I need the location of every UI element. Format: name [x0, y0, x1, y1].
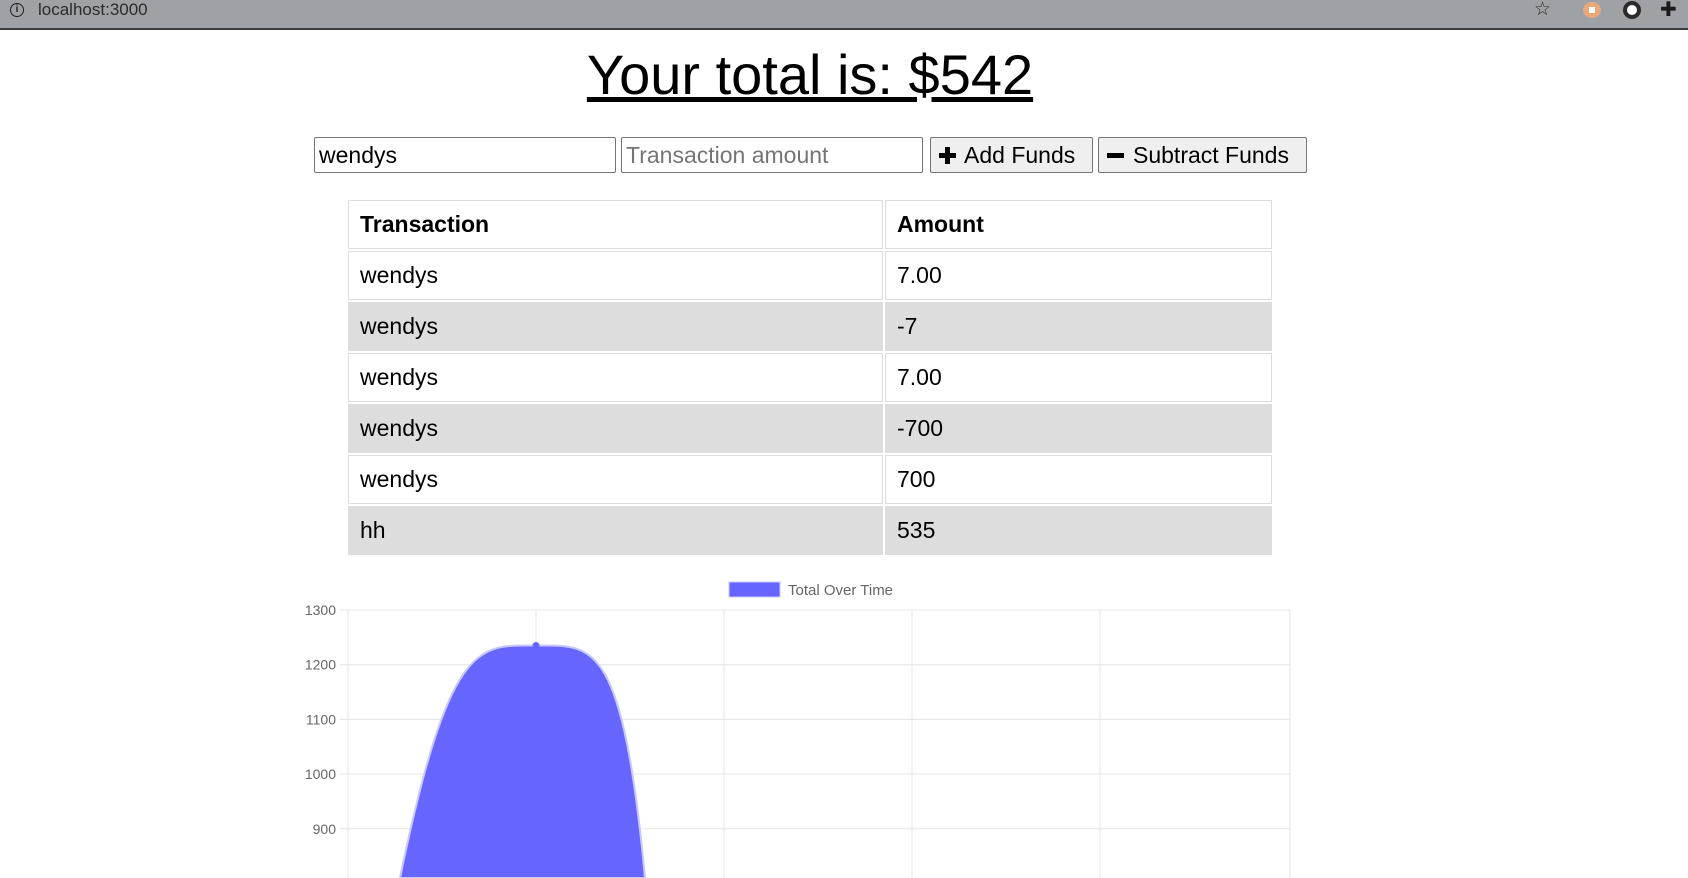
site-info-icon[interactable]: i	[10, 3, 24, 17]
legend-label: Total Over Time	[788, 582, 893, 599]
subtract-funds-label: Subtract Funds	[1133, 141, 1289, 168]
transaction-name-cell: wendys	[348, 353, 883, 402]
transaction-amount-cell: -7	[885, 302, 1272, 351]
chart-y-axis: 1300120011001000900800	[305, 602, 336, 878]
table-row: wendys -700	[348, 404, 1272, 453]
y-tick-label: 1100	[306, 711, 336, 727]
minus-icon	[1107, 147, 1124, 164]
plus-icon	[939, 146, 956, 164]
y-tick-label: 1300	[305, 602, 336, 618]
transaction-amount-cell: 700	[885, 455, 1272, 504]
table-row: wendys 7.00	[348, 251, 1272, 300]
total-over-time-chart: 1300120011001000900800 Total Over Time	[305, 581, 1291, 878]
extension-icon[interactable]	[1583, 2, 1601, 18]
column-header-amount: Amount	[885, 200, 1272, 249]
transaction-amount-cell: 7.00	[885, 251, 1272, 300]
table-row: wendys 700	[348, 455, 1272, 504]
bookmark-star-icon[interactable]: ☆	[1534, 0, 1551, 20]
transactions-table: Transaction Amount wendys 7.00 wendys -7…	[346, 198, 1274, 557]
legend-swatch	[728, 581, 781, 598]
table-row: hh 535	[348, 506, 1272, 555]
add-funds-button[interactable]: Add Funds	[930, 137, 1093, 173]
add-funds-label: Add Funds	[964, 141, 1076, 168]
transaction-amount-cell: 535	[885, 506, 1272, 555]
y-tick-label: 1200	[305, 657, 336, 673]
transaction-name-input[interactable]	[314, 137, 616, 173]
transaction-name-cell: wendys	[348, 302, 883, 351]
y-tick-label: 1000	[305, 766, 336, 782]
browser-toolbar: i localhost:3000 ☆ ✚	[0, 0, 1688, 30]
transaction-amount-cell: -700	[885, 404, 1272, 453]
chart-area-series	[398, 644, 647, 878]
transaction-name-cell: wendys	[348, 455, 883, 504]
table-row: wendys 7.00	[348, 353, 1272, 402]
transaction-name-cell: wendys	[348, 251, 883, 300]
transaction-name-cell: hh	[348, 506, 883, 555]
chart-data-point	[532, 642, 540, 650]
address-bar-url[interactable]: localhost:3000	[38, 0, 148, 20]
extensions-puzzle-icon[interactable]: ✚	[1660, 0, 1677, 21]
profile-extension-icon[interactable]	[1623, 1, 1641, 19]
total-heading: Your total is: $542	[586, 43, 1034, 106]
transaction-name-cell: wendys	[348, 404, 883, 453]
table-row: wendys -7	[348, 302, 1272, 351]
subtract-funds-button[interactable]: Subtract Funds	[1098, 137, 1307, 173]
table-header-row: Transaction Amount	[348, 200, 1272, 249]
y-tick-label: 900	[313, 821, 337, 837]
transaction-amount-cell: 7.00	[885, 353, 1272, 402]
column-header-transaction: Transaction	[348, 200, 883, 249]
transaction-amount-input[interactable]	[621, 137, 923, 173]
